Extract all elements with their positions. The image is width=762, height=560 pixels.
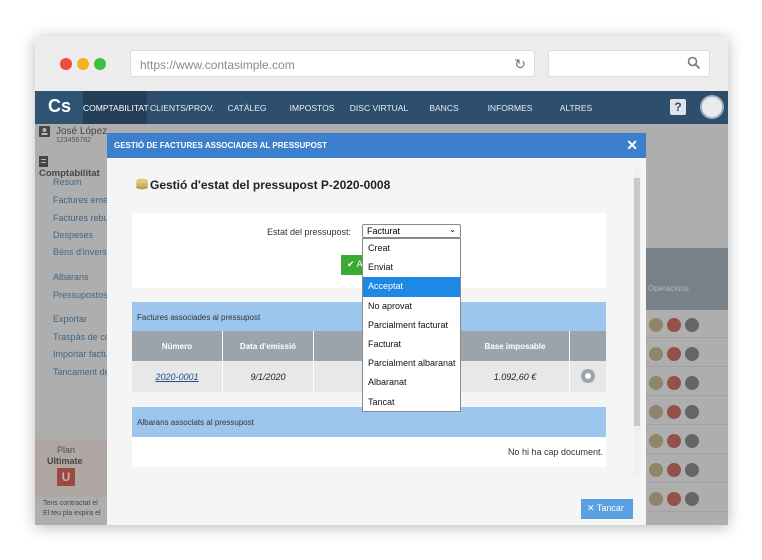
close-icon: ✕ [587,503,595,513]
option-parcialment-albaranat[interactable]: Parcialment albaranat [363,354,460,373]
minimize-window-dot[interactable] [77,58,89,70]
browser-search-input[interactable] [548,50,710,77]
check-icon: ✔ [347,259,355,269]
modal-scrollbar[interactable] [633,168,641,478]
option-no-aprovat[interactable]: No aprovat [363,297,460,316]
close-button[interactable]: ✕ Tancar [581,499,633,519]
url-text: https://www.contasimple.com [140,58,295,72]
nav-item-impostos[interactable]: IMPOSTOS [277,91,347,124]
column-header-date: Data d'emissió [223,331,313,361]
option-acceptat[interactable]: Acceptat [363,277,460,297]
close-icon[interactable]: ✕ [626,137,638,154]
status-label: Estat del pressupost: [267,227,352,237]
nav-item-bancs[interactable]: BANCS [411,91,477,124]
status-select[interactable]: Facturat ⌄ [362,224,461,238]
option-parcialment-facturat[interactable]: Parcialment facturat [363,316,460,335]
option-facturat[interactable]: Facturat [363,335,460,354]
no-documents-text: No hi ha cap document. [507,447,603,457]
option-creat[interactable]: Creat [363,239,460,258]
main-nav: Cs COMPTABILITAT CLIENTS/PROV. CATÀLEG I… [35,91,728,124]
maximize-window-dot[interactable] [94,58,106,70]
modal-header: GESTIÓ DE FACTURES ASSOCIADES AL PRESSUP… [107,133,646,158]
option-albaranat[interactable]: Albaranat [363,373,460,392]
modal-title: Gestió d'estat del pressupost P-2020-000… [150,178,391,192]
search-icon [687,56,701,70]
nav-item-cataleg[interactable]: CATÀLEG [217,91,277,124]
modal-header-title: GESTIÓ DE FACTURES ASSOCIADES AL PRESSUP… [114,141,328,150]
nav-item-disc-virtual[interactable]: DISC VIRTUAL [347,91,411,124]
status-dropdown-list: Creat Enviat Acceptat No aprovat Parcial… [362,238,461,412]
nav-item-clients[interactable]: CLIENTS/PROV. [147,91,217,124]
reload-icon[interactable]: ↻ [514,56,526,73]
address-bar[interactable]: https://www.contasimple.com ↻ [130,50,535,77]
invoice-link[interactable]: 2020-0001 [155,372,198,382]
nav-item-informes[interactable]: INFORMES [477,91,543,124]
help-icon[interactable]: ? [670,99,686,115]
browser-toolbar: https://www.contasimple.com ↻ [35,36,728,91]
app-logo[interactable]: Cs [35,91,83,124]
delivery-notes-section: Albarans associats al pressupost No hi h… [132,407,606,467]
nav-item-comptabilitat[interactable]: COMPTABILITAT [83,91,149,124]
column-header-actions [570,331,606,361]
table-cell-base: 1.092,60 € [461,361,569,392]
user-avatar[interactable] [700,95,724,119]
column-header-base: Base imposable [461,331,569,361]
table-cell-date: 9/1/2020 [223,361,313,392]
scrollbar-thumb[interactable] [634,178,640,426]
unlink-icon[interactable] [580,369,596,383]
column-header-number: Número [132,331,222,361]
nav-item-altres[interactable]: ALTRES [543,91,609,124]
coins-icon [136,178,148,190]
chevron-down-icon: ⌄ [449,225,456,234]
close-window-dot[interactable] [60,58,72,70]
table-cell-number: 2020-0001 [132,361,222,392]
option-enviat[interactable]: Enviat [363,258,460,277]
status-select-value: Facturat [367,226,401,236]
option-tancat[interactable]: Tancat [363,393,460,412]
table-cell-actions [570,361,606,392]
